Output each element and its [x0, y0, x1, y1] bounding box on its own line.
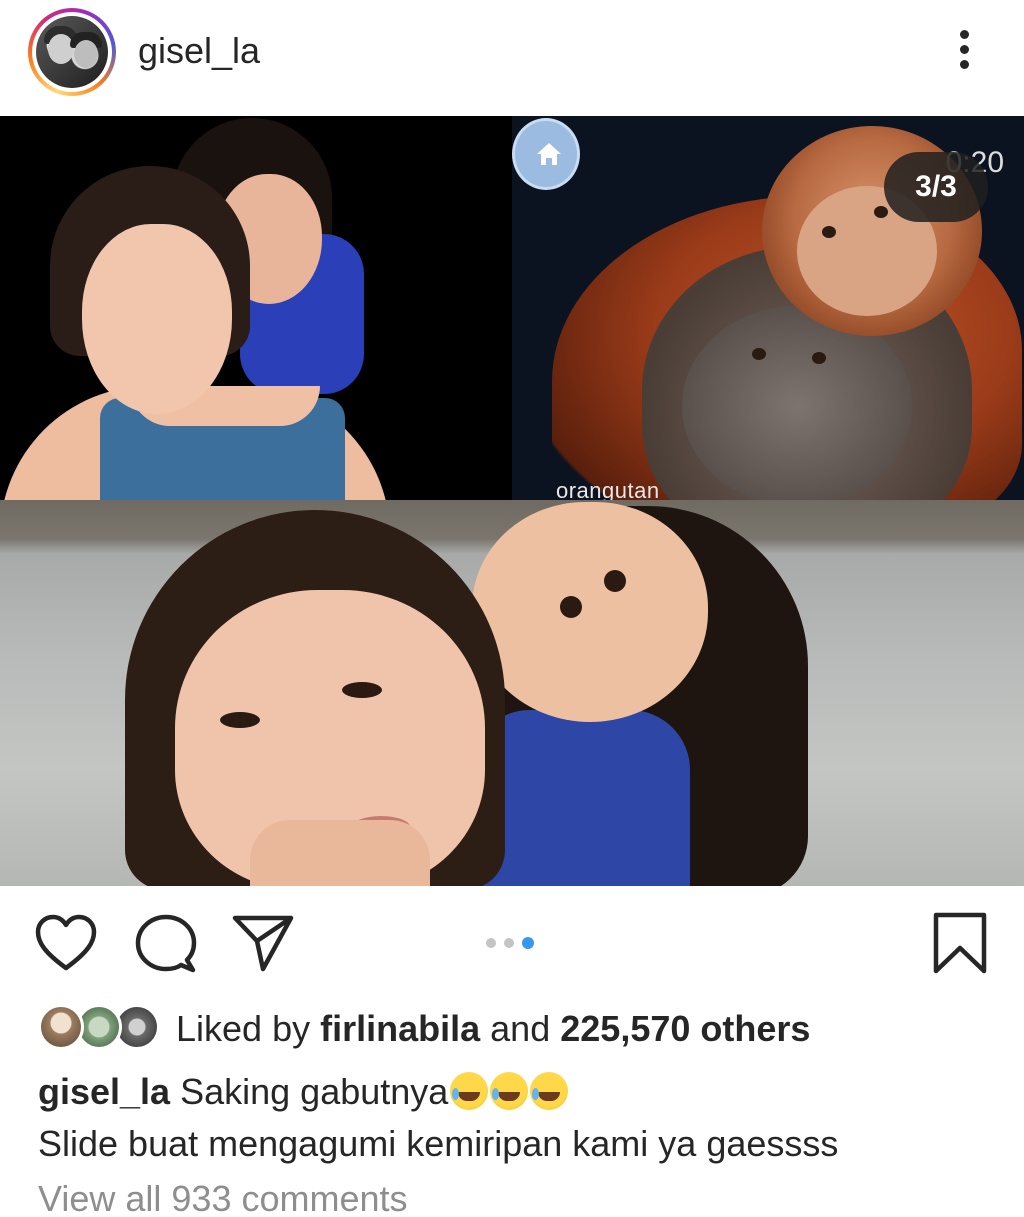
- photo-shape: [604, 570, 626, 592]
- avatar: [38, 1004, 84, 1050]
- laughing-emoji-icon: [530, 1072, 569, 1110]
- photo-shape: [342, 682, 382, 698]
- story-ring-avatar[interactable]: [28, 8, 116, 96]
- carousel-dot: [504, 937, 514, 948]
- photo-shape: [560, 596, 582, 618]
- more-dot: [959, 45, 969, 54]
- home-button: [512, 118, 580, 190]
- carousel-indicator: [486, 934, 542, 949]
- photo-shape: [82, 224, 232, 414]
- photo-shape: [220, 712, 260, 728]
- photo-panel-selfie: [0, 500, 1024, 886]
- post-header: gisel_la: [0, 0, 1024, 116]
- more-dot: [959, 30, 969, 39]
- photo-shape: [812, 352, 826, 364]
- photo-shape: [250, 820, 430, 886]
- more-options-icon[interactable]: [950, 30, 978, 76]
- liker-avatars[interactable]: [38, 1004, 160, 1052]
- photo-shape: [822, 226, 836, 238]
- avatar-detail: [48, 34, 74, 64]
- avatar-detail: [74, 40, 98, 68]
- laughing-emoji-icon: [490, 1072, 529, 1110]
- likes-row: Liked by firlinabila and 225,570 others: [38, 1004, 998, 1054]
- view-all-comments-link[interactable]: View all 933 comments: [38, 1178, 408, 1217]
- photo-shape: [472, 502, 708, 722]
- laughing-emoji-icon: [450, 1072, 489, 1110]
- more-dot: [959, 60, 969, 69]
- photo-panel-mother-daughter: [0, 116, 512, 500]
- carousel-dot-active: [522, 936, 534, 949]
- likes-prefix: Liked by: [176, 1008, 311, 1049]
- like-icon[interactable]: [34, 914, 98, 972]
- comment-icon[interactable]: [135, 914, 197, 974]
- photo-panel-orangutan: orangutan 0:20 3/3: [512, 116, 1024, 500]
- post-caption: gisel_la Saking gabutnya Slide buat meng…: [38, 1066, 998, 1170]
- save-icon[interactable]: [932, 912, 988, 974]
- first-liker-username[interactable]: firlinabila: [320, 1008, 480, 1049]
- home-icon: [537, 143, 561, 165]
- orangutan-label: orangutan: [556, 478, 660, 500]
- caption-text: Saking gabutnya: [180, 1071, 449, 1112]
- likes-conjunction: and: [490, 1008, 551, 1049]
- caption-line-2: Slide buat mengagumi kemiripan kami ya g…: [38, 1123, 839, 1164]
- carousel-dot: [486, 937, 496, 948]
- carousel-counter: 3/3: [884, 152, 988, 222]
- likes-summary[interactable]: Liked by firlinabila and 225,570 others: [176, 1008, 810, 1050]
- avatar: [36, 16, 108, 88]
- post-media-carousel[interactable]: orangutan 0:20 3/3: [0, 116, 1024, 886]
- post-username[interactable]: gisel_la: [138, 30, 260, 72]
- caption-line-1: gisel_la Saking gabutnya: [38, 1066, 998, 1118]
- post-action-bar: [0, 886, 1024, 996]
- photo-shape: [752, 348, 766, 360]
- caption-username[interactable]: gisel_la: [38, 1071, 170, 1112]
- likes-count[interactable]: 225,570 others: [560, 1008, 810, 1049]
- photo-shape: [874, 206, 888, 218]
- share-icon[interactable]: [232, 914, 294, 972]
